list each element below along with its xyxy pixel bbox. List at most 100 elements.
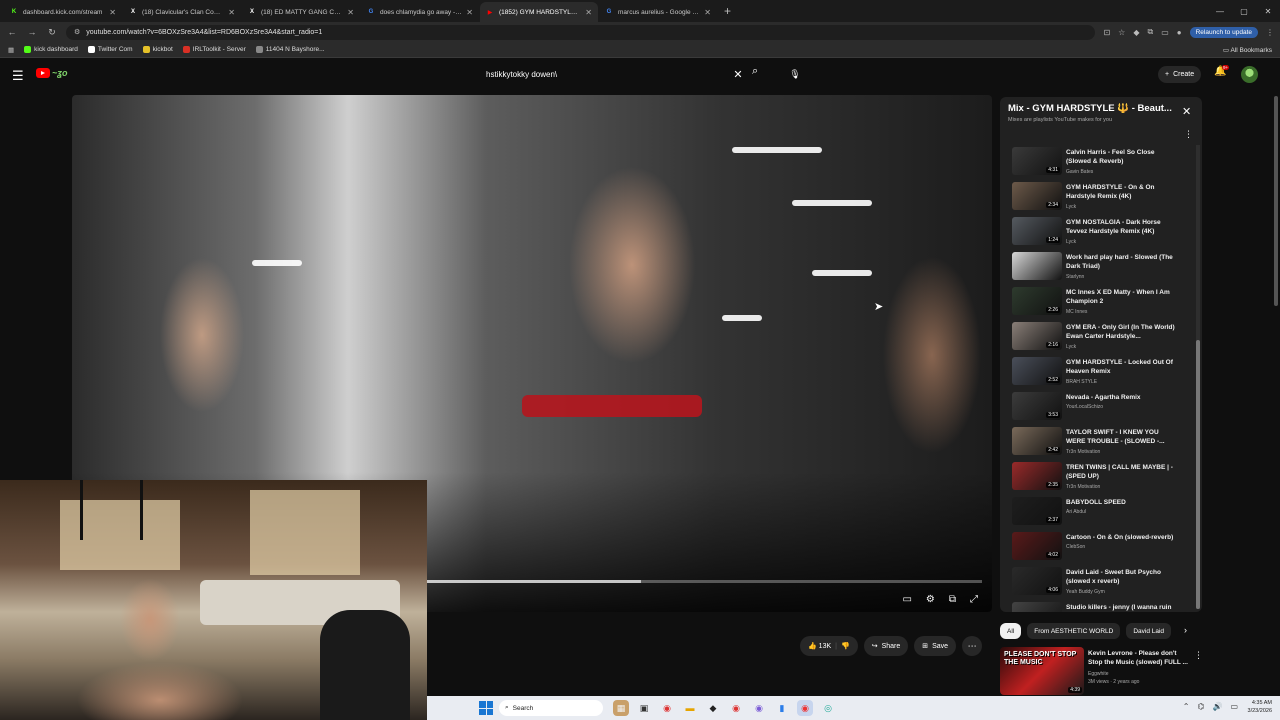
playlist-item-title[interactable]: Studio killers - jenny (I wanna ruin our… (1066, 603, 1178, 612)
maximize-icon[interactable]: ▢ (1232, 7, 1256, 16)
site-info-icon[interactable]: ⚙ (74, 28, 80, 36)
new-tab-button[interactable]: + (718, 4, 737, 22)
apps-icon[interactable]: ▦ (8, 46, 14, 54)
task-view-icon[interactable]: ▣ (636, 700, 652, 716)
playlist-item-thumbnail[interactable]: 2:34 (1012, 182, 1062, 210)
playlist-item[interactable]: 4:06 David Laid - Sweet But Psycho (slowe… (1000, 565, 1196, 600)
playlist-item-thumbnail[interactable]: 4:06 (1012, 567, 1062, 595)
playlist-item[interactable]: Studio killers - jenny (I wanna ruin our… (1000, 600, 1196, 612)
playlist-item-thumbnail[interactable]: 1:24 (1012, 217, 1062, 245)
playlist-item-thumbnail[interactable]: 2:26 (1012, 287, 1062, 315)
microphone-icon[interactable]: 🎙 (786, 65, 804, 83)
playlist-menu-icon[interactable]: ⋮ (1184, 129, 1193, 140)
browser-tab[interactable]: X (18) ED MATTY GANG Commu ✕ (242, 2, 360, 22)
taskbar-clock[interactable]: 4:35 AM 3/23/2026 (1248, 699, 1272, 716)
minimize-icon[interactable]: — (1208, 7, 1232, 16)
filter-chip[interactable]: From AESTHETIC WORLD (1027, 623, 1121, 639)
browser-tab[interactable]: X (18) Clavicular's Clan Commun ✕ (123, 2, 241, 22)
battery-icon[interactable]: ▭ (1230, 702, 1238, 711)
playlist-item-title[interactable]: Calvin Harris - Feel So Close (Slowed & … (1066, 148, 1178, 167)
bookmark-item[interactable]: kick dashboard (24, 46, 78, 53)
chevron-up-icon[interactable]: ⌃ (1183, 702, 1190, 711)
chrome-icon[interactable]: ◉ (659, 700, 675, 716)
chrome-profile-icon[interactable]: ◉ (728, 700, 744, 716)
playlist-item-title[interactable]: Cartoon - On & On (slowed-reverb) (1066, 533, 1178, 542)
share-button[interactable]: ↪ Share (863, 636, 909, 656)
playlist-item-thumbnail[interactable]: 2:37 (1012, 497, 1062, 525)
playlist-item-title[interactable]: GYM HARDSTYLE - On & On Hardstyle Remix … (1066, 183, 1178, 202)
playlist-item[interactable]: 4:02 Cartoon - On & On (slowed-reverb) Cle… (1000, 530, 1196, 565)
playlist-item[interactable]: 2:34 GYM HARDSTYLE - On & On Hardstyle Re… (1000, 180, 1196, 215)
bookmark-item[interactable]: IRLToolkit - Server (182, 46, 246, 53)
close-tab-icon[interactable]: ✕ (704, 8, 711, 17)
taskbar-search[interactable]: ⌕ Search (499, 700, 603, 716)
playlist-item[interactable]: 2:52 GYM HARDSTYLE - Locked Out Of Heaven… (1000, 355, 1196, 390)
account-avatar[interactable] (1241, 66, 1258, 83)
app-icon[interactable]: ◉ (751, 700, 767, 716)
install-icon[interactable]: ⊡ (1103, 28, 1110, 37)
playlist-scroll-thumb[interactable] (1196, 339, 1200, 609)
file-explorer-icon[interactable]: ▬ (682, 700, 698, 716)
bookmark-item[interactable]: 11404 N Bayshore... (255, 46, 325, 53)
browser-tab[interactable]: Gdoes chlamydia go away - Goo ✕ (361, 2, 479, 22)
playlist-item-thumbnail[interactable] (1012, 252, 1062, 280)
playlist-item[interactable]: 4:31 Calvin Harris - Feel So Close (Slowe… (1000, 145, 1196, 180)
playlist-item-thumbnail[interactable] (1012, 602, 1062, 612)
search-input[interactable] (478, 65, 730, 83)
bookmark-item[interactable]: kickbot (142, 46, 173, 53)
network-icon[interactable]: ⌬ (1197, 702, 1204, 711)
close-tab-icon[interactable]: ✕ (466, 8, 473, 17)
playlist-item-thumbnail[interactable]: 4:02 (1012, 532, 1062, 560)
windows-start-icon[interactable] (479, 701, 493, 715)
playlist-item[interactable]: 2:35 TREN TWINS | CALL ME MAYBE | - (SPED… (1000, 460, 1196, 495)
app-icon[interactable]: ◆ (705, 700, 721, 716)
relaunch-button[interactable]: Relaunch to update (1189, 26, 1258, 38)
playlist-item-thumbnail[interactable]: 2:42 (1012, 427, 1062, 455)
playlist-item-title[interactable]: Work hard play hard - Slowed (The Dark T… (1066, 253, 1178, 272)
bookmark-item[interactable]: Twitter Com (87, 46, 133, 53)
recommended-thumbnail[interactable]: PLEASE DON'T STOP THE MUSIC 4:39 (1000, 647, 1084, 695)
browser-tab[interactable]: ▶ (1852) GYM HARDSTYLE 🔱 - B ✕ (480, 2, 598, 22)
youtube-logo[interactable]: ~ʓo (36, 68, 68, 78)
miniplayer-icon[interactable]: ⧉ (949, 594, 956, 605)
close-playlist-icon[interactable]: ✕ (1182, 105, 1191, 118)
url-field[interactable]: ⚙ youtube.com/watch?v=6BOXzSre3A4&list=R… (66, 24, 1096, 40)
forward-icon[interactable]: → (26, 27, 38, 37)
recommended-menu-icon[interactable]: ⋮ (1194, 650, 1203, 661)
dislike-button[interactable]: 👎 (841, 642, 850, 650)
chevron-right-icon[interactable]: › (1184, 625, 1187, 635)
playlist-item-thumbnail[interactable]: 2:16 (1012, 322, 1062, 350)
playlist-item[interactable]: 2:42 TAYLOR SWIFT - I KNEW YOU WERE TROUB… (1000, 425, 1196, 460)
profile-icon[interactable]: ● (1177, 28, 1182, 37)
close-tab-icon[interactable]: ✕ (347, 8, 354, 17)
back-icon[interactable]: ← (6, 27, 18, 37)
volume-icon[interactable]: 🔊 (1212, 702, 1222, 711)
playlist-item[interactable]: 3:53 Nevada - Agartha Remix YourLocalSchiz… (1000, 390, 1196, 425)
playlist-item-title[interactable]: BABYDOLL SPEED (1066, 498, 1178, 507)
playlist-item-title[interactable]: GYM HARDSTYLE - Locked Out Of Heaven Rem… (1066, 358, 1178, 377)
filter-chip[interactable]: David Laid (1126, 623, 1172, 639)
playlist-item[interactable]: Work hard play hard - Slowed (The Dark T… (1000, 250, 1196, 285)
subtitles-icon[interactable]: ▭ (902, 594, 911, 605)
video-progress-bar[interactable] (427, 580, 982, 583)
save-button[interactable]: ⊞ Save (914, 636, 957, 656)
filter-chip[interactable]: All (1000, 623, 1022, 639)
playlist-item-thumbnail[interactable]: 4:31 (1012, 147, 1062, 175)
active-app-icon[interactable]: ◉ (797, 700, 813, 716)
bookmark-star-icon[interactable]: ☆ (1118, 28, 1125, 37)
browser-tab[interactable]: Gmarcus aurelius - Google Sear ✕ (599, 2, 717, 22)
close-tab-icon[interactable]: ✕ (228, 8, 235, 17)
close-tab-icon[interactable]: ✕ (109, 8, 116, 17)
playlist-item-title[interactable]: MC Innes X ED Matty - When I Am Champion… (1066, 288, 1178, 307)
playlist-item-title[interactable]: David Laid - Sweet But Psycho (slowed x … (1066, 568, 1178, 587)
like-button[interactable]: 👍 13K (808, 642, 831, 650)
playlist-item-title[interactable]: GYM ERA - Only Girl (In The World) Ewan … (1066, 323, 1178, 342)
create-button[interactable]: + Create (1158, 66, 1202, 83)
all-bookmarks-link[interactable]: ▭ All Bookmarks (1223, 46, 1272, 54)
playlist-item[interactable]: 2:26 MC Innes X ED Matty - When I Am Cham… (1000, 285, 1196, 320)
clear-search-icon[interactable]: ✕ (730, 68, 746, 81)
playlist-item[interactable]: 1:24 GYM NOSTALGIA - Dark Horse Tevvez Ha… (1000, 215, 1196, 250)
extension-icon[interactable]: ◆ (1133, 28, 1139, 37)
browser-menu-icon[interactable]: ⋮ (1266, 28, 1274, 37)
app-icon[interactable]: ▮ (774, 700, 790, 716)
